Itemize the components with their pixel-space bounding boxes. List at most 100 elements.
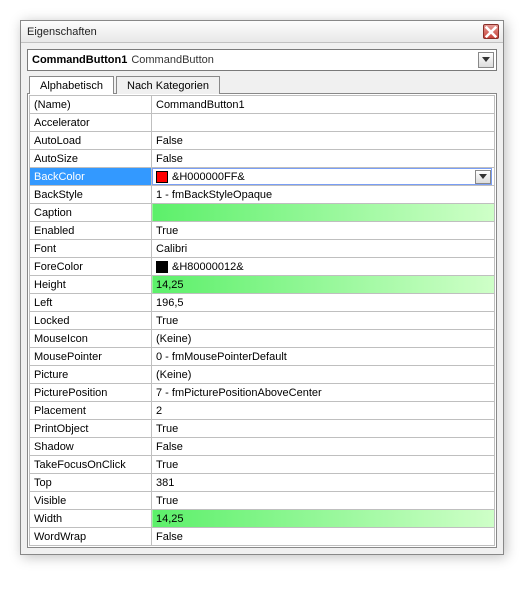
property-row[interactable]: Picture (Keine) — [30, 366, 495, 384]
property-name: BackColor — [30, 168, 152, 186]
property-value[interactable]: Calibri — [152, 240, 495, 258]
property-value-text: False — [156, 135, 183, 147]
property-value[interactable]: CommandButton1 — [152, 96, 495, 114]
property-row[interactable]: Width14,25 — [30, 510, 495, 528]
property-row[interactable]: Placement2 — [30, 402, 495, 420]
close-icon — [484, 25, 498, 39]
property-value-text: 14,25 — [156, 279, 184, 291]
property-value[interactable] — [152, 204, 495, 222]
object-name: CommandButton1 — [32, 54, 127, 66]
property-value[interactable]: True — [152, 420, 495, 438]
property-name: Locked — [30, 312, 152, 330]
property-value-text: (Keine) — [156, 369, 191, 381]
property-value[interactable] — [152, 114, 495, 132]
property-value[interactable]: &H80000012& — [152, 258, 495, 276]
property-value[interactable]: False — [152, 438, 495, 456]
property-row[interactable]: MousePointer 0 - fmMousePointerDefault — [30, 348, 495, 366]
property-value-text: False — [156, 531, 183, 543]
property-name: WordWrap — [30, 528, 152, 546]
property-value[interactable]: &H000000FF& — [152, 168, 495, 186]
property-row[interactable]: PicturePosition7 - fmPicturePositionAbov… — [30, 384, 495, 402]
property-value[interactable]: True — [152, 492, 495, 510]
property-value[interactable]: 0 - fmMousePointerDefault — [152, 348, 495, 366]
property-row[interactable]: Caption — [30, 204, 495, 222]
property-name: PrintObject — [30, 420, 152, 438]
property-row[interactable]: Left 196,5 — [30, 294, 495, 312]
titlebar: Eigenschaften — [21, 21, 503, 43]
property-value[interactable]: (Keine) — [152, 366, 495, 384]
property-name: MouseIcon — [30, 330, 152, 348]
property-value-text: Calibri — [156, 243, 187, 255]
property-row[interactable]: VisibleTrue — [30, 492, 495, 510]
window-title: Eigenschaften — [27, 26, 97, 38]
property-value[interactable]: 1 - fmBackStyleOpaque — [152, 186, 495, 204]
property-name: Left — [30, 294, 152, 312]
property-value[interactable]: False — [152, 150, 495, 168]
property-name: Enabled — [30, 222, 152, 240]
value-dropdown-button[interactable] — [475, 170, 491, 184]
property-row[interactable]: EnabledTrue — [30, 222, 495, 240]
property-value[interactable]: 7 - fmPicturePositionAboveCenter — [152, 384, 495, 402]
property-value-text: (Keine) — [156, 333, 191, 345]
object-type: CommandButton — [131, 54, 478, 66]
property-value-text: 2 — [156, 405, 162, 417]
property-value[interactable]: 381 — [152, 474, 495, 492]
property-row[interactable]: TakeFocusOnClickTrue — [30, 456, 495, 474]
property-name: MousePointer — [30, 348, 152, 366]
property-row[interactable]: AutoSize False — [30, 150, 495, 168]
property-name: Font — [30, 240, 152, 258]
property-row[interactable]: LockedTrue — [30, 312, 495, 330]
property-row[interactable]: Shadow False — [30, 438, 495, 456]
property-value[interactable]: True — [152, 222, 495, 240]
property-name: Picture — [30, 366, 152, 384]
property-name: ForeColor — [30, 258, 152, 276]
property-value[interactable]: False — [152, 528, 495, 546]
property-value[interactable]: True — [152, 312, 495, 330]
property-value[interactable]: 14,25 — [152, 276, 495, 294]
property-value-text: 1 - fmBackStyleOpaque — [156, 189, 272, 201]
object-dropdown-button[interactable] — [478, 52, 494, 68]
property-value-text: CommandButton1 — [156, 99, 245, 111]
tab-alphabetical[interactable]: Alphabetisch — [29, 76, 114, 94]
property-name: Caption — [30, 204, 152, 222]
property-value-text: True — [156, 459, 178, 471]
property-value-text: 196,5 — [156, 297, 184, 309]
property-row[interactable]: PrintObjectTrue — [30, 420, 495, 438]
property-value-text: 0 - fmMousePointerDefault — [156, 351, 287, 363]
property-name: Shadow — [30, 438, 152, 456]
property-row[interactable]: ForeColor&H80000012& — [30, 258, 495, 276]
properties-window: Eigenschaften CommandButton1 CommandButt… — [20, 20, 504, 555]
property-row[interactable]: Font Calibri — [30, 240, 495, 258]
color-swatch — [156, 261, 168, 273]
property-row[interactable]: Accelerator — [30, 114, 495, 132]
property-value-text: False — [156, 153, 183, 165]
property-name: AutoSize — [30, 150, 152, 168]
property-row[interactable]: Height 14,25 — [30, 276, 495, 294]
property-value[interactable]: 2 — [152, 402, 495, 420]
property-row[interactable]: (Name)CommandButton1 — [30, 96, 495, 114]
property-value[interactable]: False — [152, 132, 495, 150]
tab-categories[interactable]: Nach Kategorien — [116, 76, 220, 94]
property-value[interactable]: (Keine) — [152, 330, 495, 348]
property-name: Height — [30, 276, 152, 294]
property-value[interactable]: 196,5 — [152, 294, 495, 312]
property-value-text: 381 — [156, 477, 174, 489]
property-row[interactable]: MouseIcon (Keine) — [30, 330, 495, 348]
property-name: AutoLoad — [30, 132, 152, 150]
property-name: Width — [30, 510, 152, 528]
property-value-text: &H000000FF& — [172, 171, 245, 183]
property-value[interactable]: True — [152, 456, 495, 474]
property-row[interactable]: BackColor&H000000FF& — [30, 168, 495, 186]
property-value[interactable]: 14,25 — [152, 510, 495, 528]
tabs: Alphabetisch Nach Kategorien — [27, 75, 497, 94]
property-name: Visible — [30, 492, 152, 510]
chevron-down-icon — [479, 174, 487, 180]
close-button[interactable] — [483, 24, 499, 39]
property-name: Top — [30, 474, 152, 492]
property-row[interactable]: WordWrap False — [30, 528, 495, 546]
object-selector[interactable]: CommandButton1 CommandButton — [27, 49, 497, 71]
property-row[interactable]: AutoLoad False — [30, 132, 495, 150]
property-value-text: False — [156, 441, 183, 453]
property-row[interactable]: Top 381 — [30, 474, 495, 492]
property-row[interactable]: BackStyle1 - fmBackStyleOpaque — [30, 186, 495, 204]
